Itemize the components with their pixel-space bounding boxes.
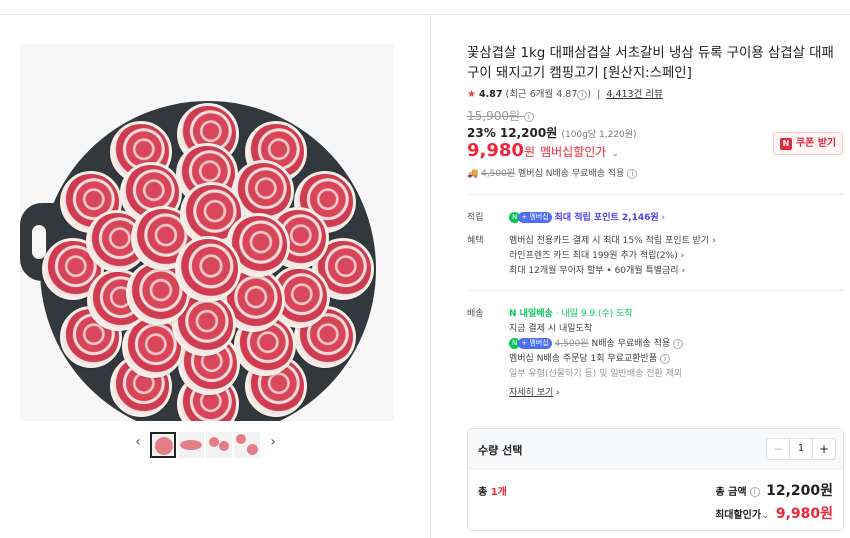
review-link[interactable]: 4,413건 리뷰: [606, 89, 662, 100]
info-icon[interactable]: i: [673, 338, 684, 349]
perks-label: 혜택: [467, 236, 484, 246]
info-icon[interactable]: i: [627, 168, 638, 179]
info-icon[interactable]: i: [659, 353, 670, 364]
star-icon: ★: [467, 89, 476, 100]
info-icon[interactable]: i: [577, 89, 588, 100]
sale-price-row: 23% 12,200원 (100g당 1,220원): [467, 126, 637, 140]
column-divider: [430, 15, 431, 538]
divider: [467, 194, 844, 195]
chevron-left-icon[interactable]: ‹: [132, 434, 144, 450]
exclude-note: 일부 유형(선물하기 등) 및 일반배송 전환 제외: [509, 369, 683, 379]
thumbnail-1[interactable]: [150, 432, 176, 458]
thumbnail-4[interactable]: [234, 432, 260, 458]
rating-row: ★ 4.87 (최근 6개월 4.87 i) | 4,413건 리뷰: [467, 89, 663, 100]
chevron-down-icon: ⌄: [611, 149, 619, 159]
delivery-label: 배송: [467, 309, 484, 319]
quantity-box: 수량 선택 − 1 + 총 1개 총 금액 i 12,200원 최대할인가⌄ 9…: [467, 428, 844, 531]
naver-n-icon: N: [779, 138, 792, 150]
info-icon[interactable]: i: [749, 487, 760, 497]
thumbnail-2[interactable]: [178, 432, 204, 458]
perk-item[interactable]: 최대 12개월 무이자 할부 • 60개월 특별금리 ›: [509, 263, 685, 276]
meat-slice: [175, 236, 241, 302]
n-delivery-row: N + 멤버십 4,500원 N배송 무료배송 적용 i: [509, 336, 684, 349]
divider: [467, 290, 844, 291]
delivery-line: 지금 결제 시 내일도착: [509, 324, 593, 334]
max-discount[interactable]: 최대할인가⌄ 9,980원: [715, 503, 833, 523]
return-row: 멤버십 N배송 주문당 1회 무료교환반품 i: [509, 351, 670, 364]
original-price: 15,900원 i: [467, 107, 534, 124]
shipping-summary: 🚚 4,500원 멤버십 N배송 무료배송 적용 i: [467, 166, 638, 179]
more-link[interactable]: 자세히 보기 ›: [509, 385, 560, 398]
chevron-right-icon[interactable]: ›: [267, 434, 279, 450]
points-row[interactable]: N + 멤버십 최대 적립 포인트 2,146원 ›: [509, 210, 665, 223]
plus-button[interactable]: +: [813, 439, 835, 459]
perk-item[interactable]: 라인프렌즈 카드 최대 199원 추가 적립(2%) ›: [509, 248, 684, 261]
member-price-row[interactable]: 9,980원 멤버십할인가 ⌄: [467, 140, 619, 161]
info-icon[interactable]: i: [523, 111, 534, 122]
quantity-header: 수량 선택 − 1 +: [468, 429, 843, 469]
points-label: 적립: [467, 213, 484, 223]
quantity-label: 수량 선택: [478, 444, 523, 457]
quantity-input[interactable]: 1: [789, 439, 813, 459]
truck-icon: 🚚: [467, 169, 479, 179]
product-title: 꽃삼겹살 1kg 대패삼겹살 서초갈비 냉삼 듀록 구이용 삼겹살 대패구이 돼…: [467, 46, 834, 81]
minus-button[interactable]: −: [767, 439, 789, 459]
total-amount: 총 금액 i 12,200원: [715, 483, 833, 499]
perk-item[interactable]: 멤버십 전용카드 결제 시 최대 15% 적립 포인트 받기 ›: [509, 233, 716, 246]
thumbnail-3[interactable]: [206, 432, 232, 458]
delivery-date: N 내일배송 · 내일 9.9.(수) 도착: [509, 309, 633, 319]
total-count: 총 1개: [478, 487, 507, 498]
header-divider: [0, 14, 850, 15]
coupon-button[interactable]: N 쿠폰 받기: [773, 132, 843, 155]
quantity-stepper[interactable]: − 1 +: [766, 438, 836, 460]
product-main-image[interactable]: 1/4: [20, 44, 394, 421]
